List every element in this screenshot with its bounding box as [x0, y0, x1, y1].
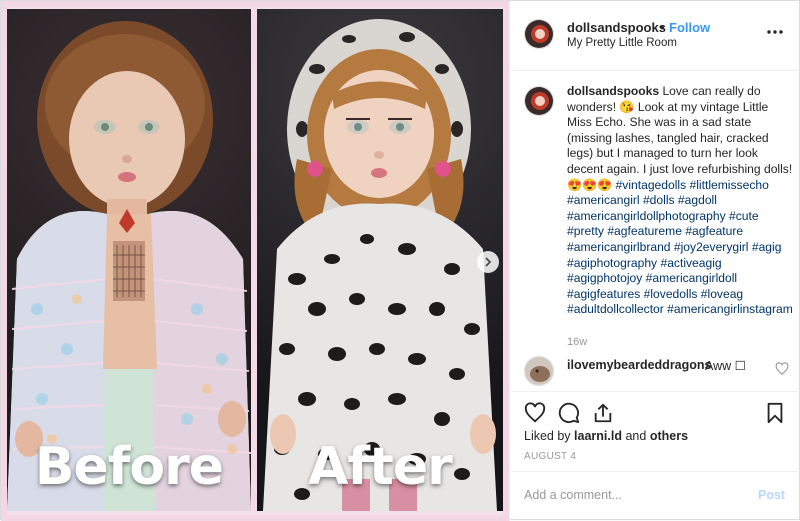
- more-options-icon[interactable]: [766, 23, 784, 35]
- instagram-post: Before After dollsandspooks • Follow My …: [0, 0, 800, 521]
- before-label: Before: [34, 437, 224, 497]
- comment-row: ilovemybeardeddragons Aww ☐: [510, 353, 800, 389]
- likes-user-link[interactable]: laarni.ld: [574, 429, 622, 443]
- comment-username[interactable]: ilovemybeardeddragons: [567, 358, 712, 372]
- add-comment-bar: Post: [510, 471, 800, 521]
- location-link[interactable]: My Pretty Little Room: [567, 37, 677, 49]
- before-photo: Before: [7, 9, 251, 511]
- follow-button[interactable]: Follow: [669, 20, 710, 35]
- comment-input[interactable]: [524, 484, 744, 506]
- caption-body: Love can really do wonders! 😘 Look at my…: [567, 84, 793, 192]
- after-label: After: [308, 437, 453, 497]
- post-date: AUGUST 4: [524, 451, 577, 462]
- caption-hashtags[interactable]: #vintagedolls #littlemissecho #americang…: [567, 178, 793, 317]
- likes-others-link[interactable]: others: [650, 429, 688, 443]
- caption-text: dollsandspooks Love can really do wonder…: [567, 84, 793, 318]
- post-header: dollsandspooks • Follow My Pretty Little…: [510, 1, 800, 71]
- likes-conjunction: and: [625, 429, 647, 443]
- likes-summary: Liked by laarni.ld and others: [524, 429, 688, 443]
- caption-username[interactable]: dollsandspooks: [567, 84, 659, 98]
- caption-time: 16w: [567, 336, 588, 348]
- comment-text: Aww ☐: [705, 359, 746, 373]
- after-doll-image: [263, 19, 497, 511]
- chevron-right-icon[interactable]: [477, 251, 499, 273]
- caption: dollsandspooks Love can really do wonder…: [510, 71, 800, 348]
- action-bar: [510, 391, 800, 431]
- comment-heart-icon[interactable]: [775, 362, 789, 376]
- bookmark-icon[interactable]: [764, 402, 786, 424]
- avatar[interactable]: [524, 356, 554, 386]
- likes-prefix: Liked by: [524, 429, 571, 443]
- post-comment-button[interactable]: Post: [758, 488, 785, 502]
- share-icon[interactable]: [592, 402, 614, 424]
- header-separator: •: [660, 20, 665, 35]
- post-media[interactable]: Before After: [1, 1, 509, 521]
- after-photo: After: [257, 9, 503, 511]
- header-username[interactable]: dollsandspooks: [567, 20, 666, 35]
- comment-icon[interactable]: [558, 402, 580, 424]
- avatar[interactable]: [524, 19, 554, 49]
- before-doll-image: [7, 21, 251, 511]
- post-sidebar: dollsandspooks • Follow My Pretty Little…: [509, 1, 800, 521]
- heart-icon[interactable]: [524, 402, 546, 424]
- avatar[interactable]: [524, 86, 554, 116]
